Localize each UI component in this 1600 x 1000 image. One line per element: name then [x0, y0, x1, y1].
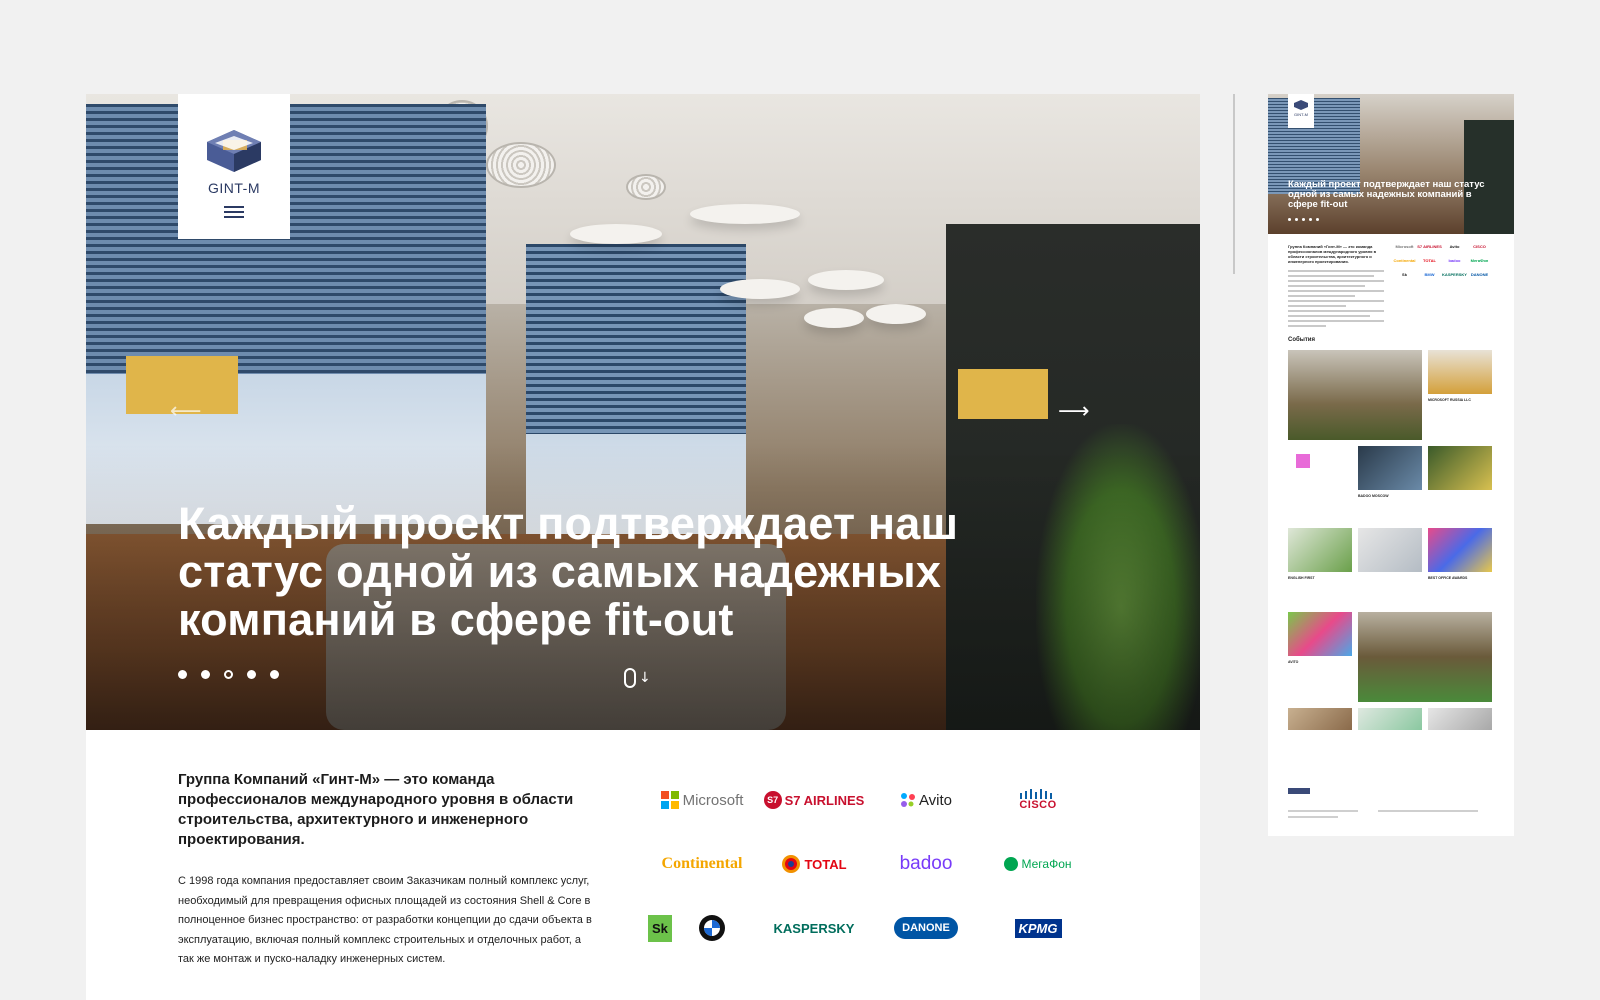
client-name: Continental — [661, 855, 743, 872]
slider-dot[interactable] — [247, 670, 256, 679]
preview-slider-dots — [1288, 218, 1319, 221]
tns-logo-icon — [1296, 454, 1310, 468]
preview-logo-text: GINT-M — [1294, 112, 1308, 117]
gint-m-logo-icon — [207, 130, 261, 172]
client-name: TOTAL — [804, 856, 847, 872]
preview-event-tile — [1358, 612, 1492, 702]
client-name: Microsoft — [682, 791, 744, 809]
client-name: Avito — [918, 791, 953, 809]
preview-client: МегаФон — [1470, 258, 1489, 263]
preview-client: KASPERSKY — [1442, 272, 1467, 277]
client-logo-danone[interactable]: DANONE — [870, 908, 982, 948]
slider-dot-active[interactable] — [224, 670, 233, 679]
preview-client: TOTAL — [1423, 258, 1436, 263]
preview-hero: GINT-M Каждый проект подтверждает наш ст… — [1268, 94, 1514, 234]
arrow-right-icon[interactable]: ⟶ — [1058, 401, 1090, 423]
preview-events-heading: События — [1288, 337, 1315, 343]
client-logo-microsoft[interactable]: Microsoft — [646, 780, 758, 820]
microsoft-logo-icon — [660, 791, 679, 809]
client-name: DANONE — [894, 917, 958, 939]
preview-event-tile — [1428, 708, 1492, 730]
client-logo-skolkovo-bmw: Sk — [646, 908, 758, 948]
preview-event-tile — [1288, 612, 1352, 656]
client-logo-continental[interactable]: Continental — [646, 844, 758, 884]
client-logos: Microsoft S7 S7 AIRLINES Avito CISCO Con… — [646, 780, 1096, 948]
client-name: KPMG — [1014, 918, 1062, 938]
client-logo-s7[interactable]: S7 S7 AIRLINES — [758, 780, 870, 820]
preview-footer — [1288, 788, 1494, 828]
client-name: badoo — [899, 853, 953, 874]
slider-dot[interactable] — [178, 670, 187, 679]
preview-event-tile — [1288, 528, 1352, 572]
total-logo-icon — [782, 855, 801, 873]
preview-event-tile — [1358, 528, 1422, 572]
logo-text: GINT-M — [208, 180, 260, 196]
preview-client: Avito — [1449, 244, 1460, 249]
preview-client: CISCO — [1473, 244, 1486, 249]
preview-event-caption: BADOO MOSCOW — [1358, 494, 1389, 498]
client-name: KASPERSKY — [773, 920, 855, 936]
menu-icon[interactable] — [224, 206, 244, 218]
client-logo-bmw[interactable] — [698, 914, 726, 942]
client-logo-avito[interactable]: Avito — [870, 780, 982, 820]
mouse-scroll-icon — [624, 668, 636, 688]
client-logo-kpmg[interactable]: KPMG — [982, 908, 1094, 948]
slider-dot[interactable] — [201, 670, 210, 679]
scroll-down-button[interactable]: ↓ — [624, 668, 651, 688]
preview-client: Sk — [1402, 272, 1407, 277]
preview-client: badoo — [1448, 258, 1461, 263]
preview-event-caption: MICROSOFT RUSSIA LLC — [1428, 398, 1471, 402]
preview-event-tile — [1428, 528, 1492, 572]
preview-logo: GINT-M — [1288, 94, 1314, 128]
avito-logo-icon — [900, 793, 915, 807]
client-name: CISCO — [1019, 799, 1057, 811]
client-logo-badoo[interactable]: badoo — [870, 844, 982, 884]
megafon-logo-icon — [1004, 857, 1019, 871]
site-logo[interactable]: GINT-M — [178, 94, 290, 239]
client-logo-cisco[interactable]: CISCO — [982, 780, 1094, 820]
client-name: S7 AIRLINES — [784, 792, 865, 808]
arrow-down-icon: ↓ — [639, 670, 651, 686]
preview-client: DANONE — [1470, 272, 1489, 277]
preview-event-tile — [1428, 350, 1492, 394]
hero-title: Каждый проект подтверждает наш статус од… — [178, 498, 959, 645]
gint-m-logo-icon — [1294, 100, 1308, 110]
preview-event-caption: AVITO — [1288, 660, 1299, 664]
client-logo-total[interactable]: TOTAL — [758, 844, 870, 884]
full-page-preview: GINT-M Каждый проект подтверждает наш ст… — [1268, 94, 1514, 836]
preview-intro: Группа Компаний «Гинт-М» — это команда п… — [1288, 244, 1384, 330]
client-logo-skolkovo[interactable]: Sk — [648, 914, 672, 942]
client-logo-megafon[interactable]: МегаФон — [982, 844, 1094, 884]
preview-event-caption: ENGLISH FIRST — [1288, 576, 1315, 580]
preview-client-logos: Microsoft S7 AIRLINES Avito CISCO Contin… — [1392, 244, 1492, 278]
preview-event-tile — [1288, 350, 1422, 440]
preview-intro-body — [1288, 270, 1384, 327]
preview-intro-lead: Группа Компаний «Гинт-М» — это команда п… — [1288, 244, 1377, 264]
preview-hero-wall — [1464, 120, 1514, 234]
preview-divider — [1233, 94, 1235, 274]
client-name: МегаФон — [1021, 857, 1072, 871]
intro-body: С 1998 года компания предоставляет своим… — [178, 875, 592, 966]
preview-client: Microsoft — [1395, 244, 1414, 249]
intro-section: Группа Компаний «Гинт-М» — это команда п… — [178, 770, 598, 970]
preview-event-tile — [1358, 446, 1422, 490]
preview-event-tile — [1358, 708, 1422, 730]
preview-event-tile — [1288, 446, 1352, 490]
preview-client: Continental — [1393, 258, 1416, 263]
cisco-logo-icon — [1020, 789, 1052, 799]
preview-event-tile — [1428, 446, 1492, 490]
desktop-mockup: GINT-M ⟵ ⟶ Каждый проект подтверждает на… — [86, 94, 1200, 1000]
preview-hero-title: Каждый проект подтверждает наш статус од… — [1288, 179, 1485, 210]
client-logo-kaspersky[interactable]: KASPERSKY — [758, 908, 870, 948]
hero-slider: GINT-M ⟵ ⟶ Каждый проект подтверждает на… — [86, 94, 1200, 730]
preview-client: BMW — [1424, 272, 1435, 277]
slider-dots — [178, 670, 279, 679]
arrow-left-icon[interactable]: ⟵ — [170, 401, 202, 423]
intro-lead: Группа Компаний «Гинт-М» — это команда п… — [178, 771, 574, 848]
preview-event-caption: BEST OFFICE AWARDS — [1428, 576, 1468, 580]
slider-dot[interactable] — [270, 670, 279, 679]
s7-logo-icon: S7 — [763, 791, 782, 809]
preview-client: S7 AIRLINES — [1417, 244, 1442, 249]
preview-event-tile — [1288, 708, 1352, 730]
